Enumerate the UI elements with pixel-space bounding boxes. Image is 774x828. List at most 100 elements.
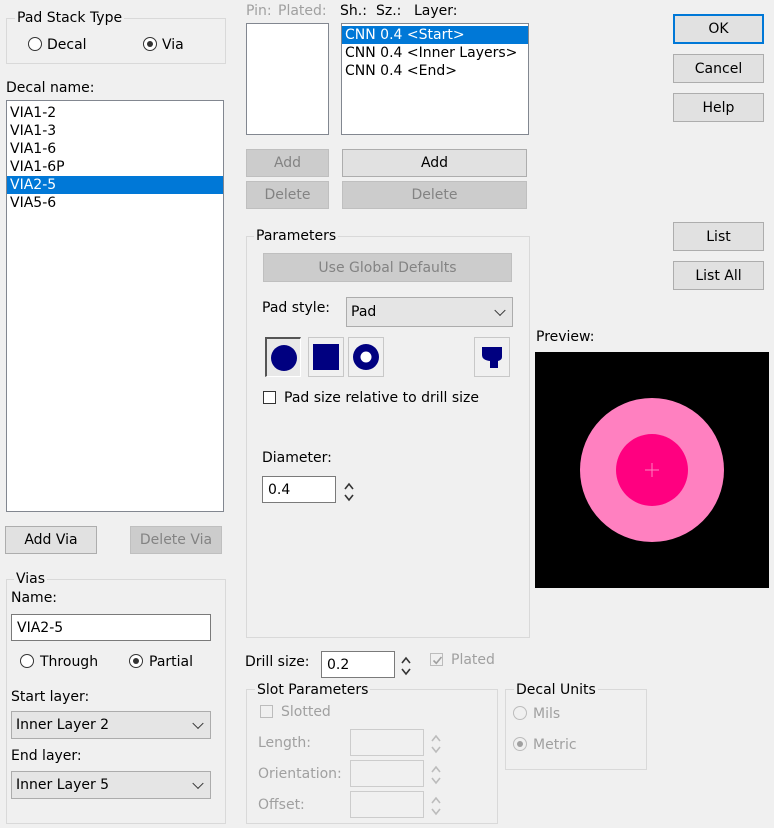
- list-item[interactable]: CNN 0.4 <Inner Layers>: [342, 44, 528, 62]
- start-layer-value: Inner Layer 2: [16, 717, 110, 733]
- chevron-down-icon: [192, 777, 204, 790]
- list-item-selected[interactable]: CNN 0.4 <Start>: [342, 26, 528, 44]
- start-layer-label: Start layer:: [11, 689, 90, 705]
- drill-size-input[interactable]: 0.2: [321, 651, 395, 678]
- end-layer-label: End layer:: [11, 748, 82, 764]
- through-radio[interactable]: [20, 654, 34, 668]
- slotted-label[interactable]: Slotted: [281, 704, 331, 720]
- size-header: Sz.:: [376, 3, 402, 19]
- spin-arrows-icon: [431, 796, 441, 816]
- list-item[interactable]: CNN 0.4 <End>: [342, 62, 528, 80]
- preview-label: Preview:: [536, 329, 595, 345]
- pin-add-button[interactable]: Add: [246, 149, 329, 177]
- diameter-label: Diameter:: [262, 450, 332, 466]
- list-item-selected[interactable]: VIA2-5: [7, 176, 223, 194]
- round-pad-icon: [270, 344, 297, 371]
- decal-name-list[interactable]: VIA1-2 VIA1-3 VIA1-6 VIA1-6P VIA2-5 VIA5…: [6, 100, 224, 512]
- preview-canvas: [535, 352, 769, 588]
- annular-pad-icon: [353, 344, 379, 370]
- list-all-button[interactable]: List All: [673, 261, 764, 290]
- pad-style-select[interactable]: Pad: [346, 297, 513, 327]
- pin-list[interactable]: [246, 23, 329, 135]
- mils-radio[interactable]: [513, 706, 527, 720]
- partial-radio-label[interactable]: Partial: [149, 654, 193, 670]
- offset-input[interactable]: [350, 791, 424, 818]
- start-layer-select[interactable]: Inner Layer 2: [11, 711, 211, 739]
- through-radio-label[interactable]: Through: [40, 654, 98, 670]
- via-radio-label[interactable]: Via: [162, 37, 184, 53]
- list-item[interactable]: VIA5-6: [7, 194, 223, 212]
- decal-radio-label[interactable]: Decal: [47, 37, 87, 53]
- custom-pad-button[interactable]: [474, 337, 510, 377]
- list-button[interactable]: List: [673, 222, 764, 251]
- shape-header: Sh.:: [340, 3, 367, 19]
- spin-arrows-icon: [401, 656, 411, 676]
- list-item[interactable]: VIA1-6P: [7, 158, 223, 176]
- parameters-title: Parameters: [254, 228, 339, 244]
- metric-radio[interactable]: [513, 737, 527, 751]
- plated-header: Plated:: [278, 3, 327, 19]
- list-item[interactable]: VIA1-2: [7, 104, 223, 122]
- orientation-spinner[interactable]: [430, 763, 442, 787]
- chevron-down-icon: [494, 304, 506, 317]
- plated-checkbox[interactable]: [430, 653, 443, 666]
- pad-stack-type-title: Pad Stack Type: [15, 10, 125, 26]
- drill-size-label: Drill size:: [245, 654, 310, 670]
- pad-style-label: Pad style:: [262, 300, 331, 316]
- square-pad-icon: [313, 344, 339, 370]
- end-layer-value: Inner Layer 5: [16, 777, 110, 793]
- layer-header: Layer:: [414, 3, 458, 19]
- pad-preview-graphic: [580, 398, 724, 542]
- mils-radio-label[interactable]: Mils: [533, 706, 560, 722]
- orientation-input[interactable]: [350, 760, 424, 787]
- spin-arrows-icon: [431, 765, 441, 785]
- length-label: Length:: [258, 735, 312, 751]
- help-button[interactable]: Help: [673, 93, 764, 122]
- offset-label: Offset:: [258, 797, 305, 813]
- relative-size-label[interactable]: Pad size relative to drill size: [284, 390, 479, 406]
- end-layer-select[interactable]: Inner Layer 5: [11, 771, 211, 799]
- delete-via-button[interactable]: Delete Via: [130, 526, 222, 554]
- custom-pad-icon: [482, 347, 502, 368]
- via-name-label: Name:: [11, 590, 58, 606]
- via-name-input[interactable]: VIA2-5: [11, 614, 211, 641]
- metric-radio-label[interactable]: Metric: [533, 737, 577, 753]
- decal-radio[interactable]: [28, 37, 42, 51]
- annular-pad-button[interactable]: [348, 337, 384, 377]
- cancel-button[interactable]: Cancel: [673, 54, 764, 83]
- slot-parameters-title: Slot Parameters: [255, 682, 371, 698]
- diameter-input[interactable]: 0.4: [262, 476, 336, 503]
- use-global-defaults-button[interactable]: Use Global Defaults: [263, 253, 512, 282]
- spin-arrows-icon: [344, 482, 354, 502]
- shape-delete-button[interactable]: Delete: [342, 181, 527, 209]
- pin-header: Pin:: [246, 3, 272, 19]
- via-radio[interactable]: [143, 37, 157, 51]
- shape-list[interactable]: CNN 0.4 <Start> CNN 0.4 <Inner Layers> C…: [341, 23, 529, 135]
- length-spinner[interactable]: [430, 732, 442, 756]
- square-pad-button[interactable]: [308, 337, 344, 377]
- pin-delete-button[interactable]: Delete: [246, 181, 329, 209]
- vias-title: Vias: [14, 571, 48, 587]
- length-input[interactable]: [350, 729, 424, 756]
- orientation-label: Orientation:: [258, 766, 342, 782]
- plated-label[interactable]: Plated: [451, 652, 495, 668]
- decal-units-title: Decal Units: [514, 682, 598, 698]
- decal-name-label: Decal name:: [6, 80, 95, 96]
- pad-style-value: Pad: [351, 304, 377, 320]
- round-pad-button[interactable]: [265, 337, 301, 377]
- list-item[interactable]: VIA1-3: [7, 122, 223, 140]
- add-via-button[interactable]: Add Via: [5, 526, 97, 554]
- checkmark-icon: [432, 656, 443, 665]
- partial-radio[interactable]: [129, 654, 143, 668]
- offset-spinner[interactable]: [430, 794, 442, 818]
- drill-size-spinner[interactable]: [400, 654, 412, 678]
- chevron-down-icon: [192, 717, 204, 730]
- shape-add-button[interactable]: Add: [342, 149, 527, 177]
- relative-size-checkbox[interactable]: [263, 391, 276, 404]
- decal-units-group: [505, 689, 647, 770]
- spin-arrows-icon: [431, 734, 441, 754]
- ok-button[interactable]: OK: [673, 14, 764, 44]
- list-item[interactable]: VIA1-6: [7, 140, 223, 158]
- diameter-spinner[interactable]: [343, 480, 355, 504]
- slotted-checkbox[interactable]: [260, 705, 273, 718]
